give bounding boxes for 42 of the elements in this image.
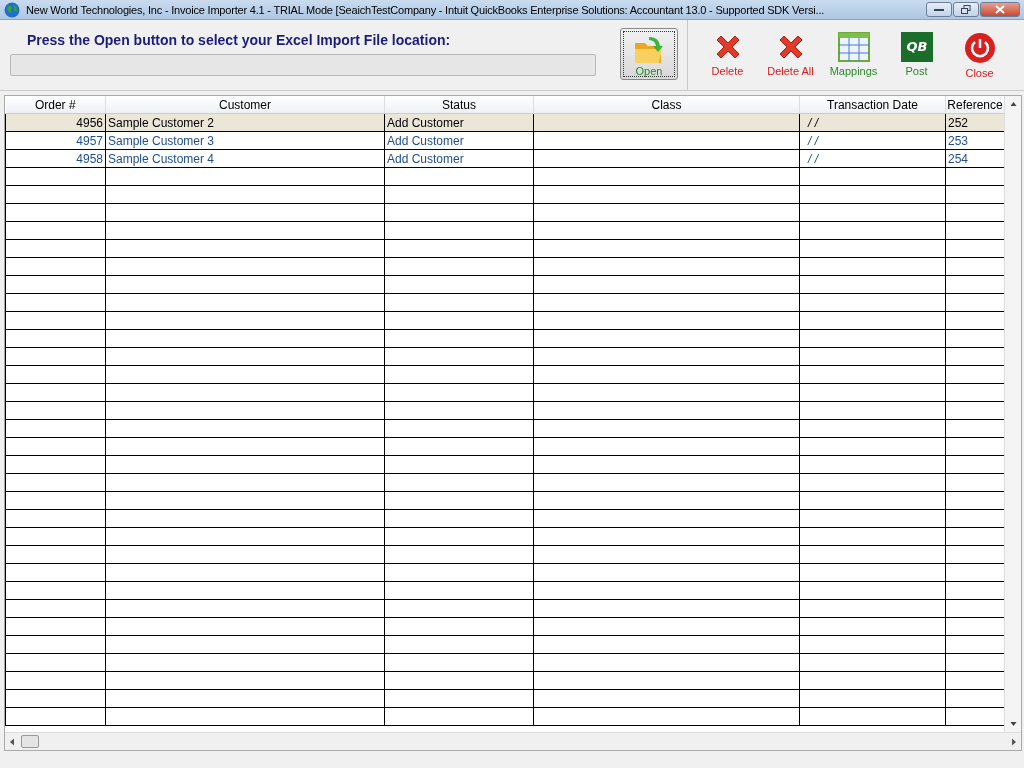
logo-icon: QB [900,32,933,62]
vertical-scrollbar[interactable] [1004,96,1021,732]
close-app-button[interactable]: Close [948,32,1011,90]
delete-button[interactable]: Delete All [759,32,822,90]
scroll-left-icon[interactable] [9,737,15,746]
table-cell: Sample Customer 3 [105,131,385,150]
file-path-field[interactable] [10,54,596,76]
minimize-button[interactable] [926,2,952,17]
table-cell: / / [799,131,946,150]
restore-icon [961,5,971,14]
table-cell: / / [799,149,946,168]
power-icon [963,32,996,64]
column-header[interactable]: Order # [5,96,106,114]
globe-icon [4,1,20,18]
column-header[interactable]: Class [533,96,800,114]
column-header[interactable]: Reference [945,96,1004,114]
column-header[interactable]: Status [384,96,534,114]
table-cell: Add Customer [384,149,534,168]
table-row[interactable]: 4958 Sample Customer 4 Add Customer / / 254 [5,149,1004,168]
instruction-label: Press the Open button to select your Excel Import File location: [27,32,452,48]
window-title: New World Technologies, Inc - Invoice Importer 4.1 - TRIAL Mode [SeaichTestCompany - Intuit QuickBooks Enterprise Solutions: Accountant 13.0 - Supported SDK Versi... [26,3,826,16]
close-icon [995,5,1005,14]
horizontal-scrollbar[interactable] [5,732,1021,750]
table-cell: Sample Customer 4 [105,149,385,168]
grid-icon [837,32,870,62]
mappings-button[interactable]: Mappings [822,32,885,90]
table-cell: 4957 [5,131,106,150]
delete-button[interactable]: Delete [696,32,759,90]
scroll-right-icon[interactable] [1011,737,1017,746]
column-header[interactable]: Customer [105,96,385,114]
table-cell: Add Customer [384,131,534,150]
scroll-down-icon[interactable] [1009,722,1017,726]
table-cell: 4958 [5,149,106,168]
scroll-thumb[interactable] [21,735,39,748]
column-header[interactable]: Transaction Date [799,96,946,114]
scroll-up-icon[interactable] [1009,102,1017,106]
close-button[interactable] [980,2,1020,17]
table-row[interactable]: 4956 Sample Customer 2 Add Customer / / 252 [5,113,1004,132]
table-row[interactable]: 4957 Sample Customer 3 Add Customer / / 253 [5,131,1004,150]
folder-icon [633,35,665,65]
restore-button[interactable] [953,2,979,17]
post-button[interactable]: QB Post [885,32,948,90]
